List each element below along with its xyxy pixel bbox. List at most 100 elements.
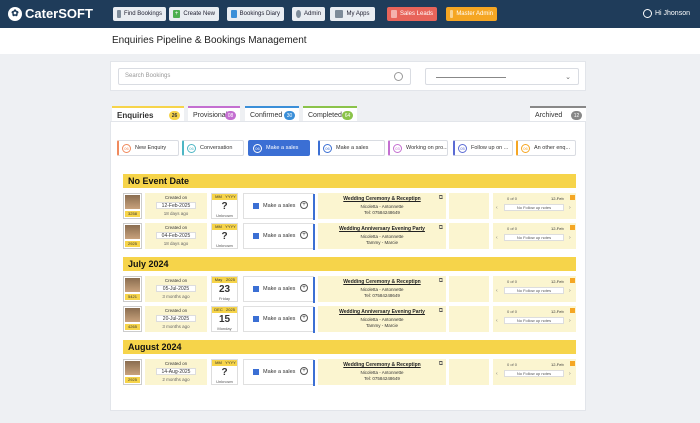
event-cell[interactable]: Wedding Anniversary Evening Party Nicolet… bbox=[318, 223, 446, 249]
chevron-right-icon[interactable]: › bbox=[569, 318, 571, 324]
stage-label: Conversation bbox=[200, 145, 233, 151]
event-title-link[interactable]: Wedding Ceremony & Receptipn bbox=[318, 362, 446, 368]
bookings-diary-button[interactable]: Bookings Diary bbox=[227, 7, 284, 21]
add-icon[interactable]: + bbox=[300, 284, 308, 292]
add-icon[interactable]: + bbox=[300, 201, 308, 209]
chevron-left-icon[interactable]: ‹ bbox=[496, 235, 498, 241]
stage-cell[interactable]: Make a sales + bbox=[243, 223, 315, 250]
stage-cell[interactable]: Make a sales + bbox=[243, 193, 315, 220]
search-input[interactable]: Search Bookings bbox=[118, 68, 411, 85]
chevron-left-icon[interactable]: ‹ bbox=[496, 205, 498, 211]
event-date-cell[interactable]: DEC 2025 15 Monday bbox=[211, 306, 238, 332]
event-weekday: Monday bbox=[217, 326, 232, 331]
table-row[interactable]: 2925 Created on 04-Feb-2025 18 days ago MM YY… bbox=[123, 223, 576, 250]
chevron-left-icon[interactable]: ‹ bbox=[496, 371, 498, 377]
sales-leads-button[interactable]: Sales Leads bbox=[387, 7, 437, 21]
stage-label: Make a sales bbox=[336, 145, 369, 151]
event-cell[interactable]: Wedding Ceremony & Receptipn Nicoletta - … bbox=[318, 276, 446, 302]
chevron-right-icon[interactable]: › bbox=[569, 371, 571, 377]
table-row[interactable]: 5421 Created on 05-Jul-2025 3 months ago May… bbox=[123, 276, 576, 303]
chevron-right-icon[interactable]: › bbox=[569, 205, 571, 211]
stage-7[interactable]: 06 An other enq... bbox=[516, 140, 576, 156]
stage-label: New Enquiry bbox=[135, 145, 167, 151]
avatar[interactable]: 2925 bbox=[123, 359, 142, 385]
tab-completed[interactable]: Completed 64 bbox=[303, 106, 357, 122]
event-cell[interactable]: Wedding Anniversary Evening Party Nicolet… bbox=[318, 306, 446, 332]
search-panel: Search Bookings ⌄ bbox=[110, 61, 586, 91]
admin-button[interactable]: Admin bbox=[292, 7, 325, 21]
expand-icon[interactable] bbox=[570, 195, 575, 200]
add-icon[interactable]: + bbox=[300, 314, 308, 322]
find-bookings-button[interactable]: Find Bookings bbox=[113, 7, 166, 21]
event-title-link[interactable]: Wedding Ceremony & Receptipn bbox=[318, 279, 446, 285]
event-title-link[interactable]: Wedding Ceremony & Receptipn bbox=[318, 196, 446, 202]
filter-select[interactable]: ⌄ bbox=[425, 68, 579, 85]
tab-confirmed[interactable]: Confirmed 30 bbox=[245, 106, 299, 122]
my-apps-button[interactable]: My Apps bbox=[330, 7, 375, 21]
avatar[interactable]: 5421 bbox=[123, 276, 142, 302]
followup-note[interactable]: No Follow up notes bbox=[504, 204, 564, 211]
event-cell[interactable]: Wedding Ceremony & Receptipn Nicoletta - … bbox=[318, 359, 446, 385]
stage-divider bbox=[313, 307, 315, 333]
chevron-right-icon[interactable]: › bbox=[569, 288, 571, 294]
master-admin-button[interactable]: Master Admin bbox=[446, 7, 497, 21]
event-date-cell[interactable]: MM YYYY? Unknown bbox=[211, 193, 238, 219]
booking-id: 5421 bbox=[125, 294, 140, 300]
client-photo bbox=[125, 225, 140, 239]
expand-icon[interactable] bbox=[570, 308, 575, 313]
chevron-left-icon[interactable]: ‹ bbox=[496, 318, 498, 324]
stage-cell[interactable]: Make a sales + bbox=[243, 306, 315, 333]
event-cell[interactable]: Wedding Ceremony & Receptipn Nicoletta - … bbox=[318, 193, 446, 219]
external-link-icon[interactable]: ⧉ bbox=[439, 225, 443, 232]
event-date-cell[interactable]: May 2025 23 Friday bbox=[211, 276, 238, 302]
stage-1[interactable]: 06 New Enquiry bbox=[117, 140, 179, 156]
event-date-cell[interactable]: MM YYYY? Unknown bbox=[211, 223, 238, 249]
stage-count: 03 bbox=[393, 143, 402, 153]
event-day: 15 bbox=[218, 314, 231, 325]
event-client: Nicoletta - Antonnette bbox=[360, 317, 404, 322]
stage-5[interactable]: 03 Working on pro... bbox=[388, 140, 448, 156]
tab-archived[interactable]: Archived 12 bbox=[530, 106, 586, 122]
external-link-icon[interactable]: ⧉ bbox=[439, 361, 443, 368]
chevron-left-icon[interactable]: ‹ bbox=[496, 288, 498, 294]
table-row[interactable]: 4265 Created on 20-Jul-2025 3 months ago DEC… bbox=[123, 306, 576, 333]
event-title-link[interactable]: Wedding Anniversary Evening Party bbox=[318, 309, 446, 315]
followup-cell: 0 of 0 12-Feb ‹ No Follow up notes › bbox=[493, 276, 576, 302]
stage-4[interactable]: 06 Make a sales bbox=[318, 140, 385, 156]
stage-3[interactable]: 06 Make a sales bbox=[248, 140, 310, 156]
table-row[interactable]: 3258 Created on 12-Feb-2025 18 days ago MM YY… bbox=[123, 193, 576, 220]
followup-note[interactable]: No Follow up notes bbox=[504, 317, 564, 324]
expand-icon[interactable] bbox=[570, 225, 575, 230]
followup-note[interactable]: No Follow up notes bbox=[504, 287, 564, 294]
table-row[interactable]: 2925 Created on 14-Aug-2025 2 months ago MM Y… bbox=[123, 359, 576, 386]
event-contact: Tammy - Marcie bbox=[365, 240, 398, 245]
expand-icon[interactable] bbox=[570, 361, 575, 366]
avatar[interactable]: 4265 bbox=[123, 306, 142, 332]
add-icon[interactable]: + bbox=[300, 231, 308, 239]
event-date-cell[interactable]: MM YYYY? Unknown bbox=[211, 359, 238, 385]
event-contact: Tel: 07584248649 bbox=[364, 376, 400, 381]
chevron-right-icon[interactable]: › bbox=[569, 235, 571, 241]
external-link-icon[interactable]: ⧉ bbox=[439, 308, 443, 315]
tab-provisional[interactable]: Provisional 08 bbox=[188, 106, 240, 122]
external-link-icon[interactable]: ⧉ bbox=[439, 278, 443, 285]
followup-note[interactable]: No Follow up notes bbox=[504, 234, 564, 241]
app-logo[interactable]: ✿ CaterSOFT bbox=[8, 6, 93, 21]
expand-icon[interactable] bbox=[570, 278, 575, 283]
event-title-link[interactable]: Wedding Anniversary Evening Party bbox=[318, 226, 446, 232]
stage-cell[interactable]: Make a sales + bbox=[243, 276, 315, 303]
create-new-button[interactable]: + Create New bbox=[169, 7, 219, 21]
avatar[interactable]: 2925 bbox=[123, 223, 142, 249]
stage-name: Make a sales bbox=[263, 203, 296, 209]
stage-6[interactable]: 05 Follow up on ... bbox=[453, 140, 513, 156]
followup-note[interactable]: No Follow up notes bbox=[504, 370, 564, 377]
avatar[interactable]: 3258 bbox=[123, 193, 142, 219]
stage-cell[interactable]: Make a sales + bbox=[243, 359, 315, 386]
stage-count: 06 bbox=[521, 143, 530, 153]
add-icon[interactable]: + bbox=[300, 367, 308, 375]
external-link-icon[interactable]: ⧉ bbox=[439, 195, 443, 202]
tab-label: Archived bbox=[535, 111, 563, 119]
stage-2[interactable]: 06 Conversation bbox=[182, 140, 244, 156]
user-menu[interactable]: Hi Jhonson bbox=[642, 9, 690, 18]
user-avatar-icon bbox=[642, 9, 652, 18]
